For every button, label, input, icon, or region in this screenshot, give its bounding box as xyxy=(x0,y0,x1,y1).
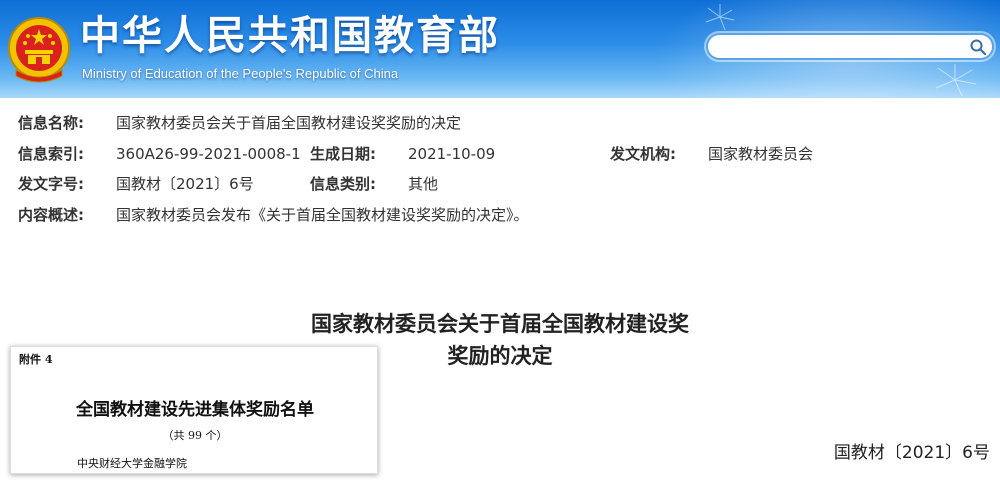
info-docno-value: 国教材〔2021〕6号 xyxy=(116,175,254,193)
search-input[interactable] xyxy=(720,38,966,56)
info-summary-value: 国家教材委员会发布《关于首届全国教材建设奖奖励的决定》。 xyxy=(116,206,529,224)
attachment-label: 附件 4 xyxy=(19,353,53,366)
attachment-count: （共 99 个） xyxy=(162,429,228,442)
info-index-label: 信息索引: xyxy=(18,145,84,163)
info-index-value: 360A26-99-2021-0008-1 xyxy=(116,145,301,163)
info-category-value: 其他 xyxy=(408,175,439,193)
info-summary-label: 内容概述: xyxy=(18,206,84,224)
info-docno-label: 发文字号: xyxy=(18,175,84,193)
info-name-label: 信息名称: xyxy=(18,114,84,132)
site-header: 中华人民共和国教育部 Ministry of Education of the … xyxy=(0,0,1000,98)
article-title-line1: 国家教材委员会关于首届全国教材建设奖 xyxy=(311,312,689,336)
attachment-title: 全国教材建设先进集体奖励名单 xyxy=(76,400,314,420)
dandelion-decoration-icon xyxy=(705,4,735,31)
site-subtitle: Ministry of Education of the People's Re… xyxy=(82,66,399,81)
info-date-label: 生成日期: xyxy=(310,145,376,163)
info-date-value: 2021-10-09 xyxy=(408,145,496,163)
search-box xyxy=(706,33,994,60)
info-name-value: 国家教材委员会关于首届全国教材建设奖奖励的决定 xyxy=(116,114,462,132)
info-category-label: 信息类别: xyxy=(310,175,376,193)
info-issuer-value: 国家教材委员会 xyxy=(708,145,814,163)
document-number: 国教材〔2021〕6号 xyxy=(833,443,990,463)
info-issuer-label: 发文机构: xyxy=(610,145,676,163)
attachment-image[interactable]: 附件 4 全国教材建设先进集体奖励名单 （共 99 个） 中央财经大学金融学院 xyxy=(10,346,378,474)
search-icon[interactable] xyxy=(969,38,987,56)
attachment-first-item: 中央财经大学金融学院 xyxy=(77,457,187,470)
dandelion-decoration-icon xyxy=(935,64,977,97)
site-title[interactable]: 中华人民共和国教育部 xyxy=(80,12,500,60)
national-emblem-icon[interactable] xyxy=(6,12,72,88)
